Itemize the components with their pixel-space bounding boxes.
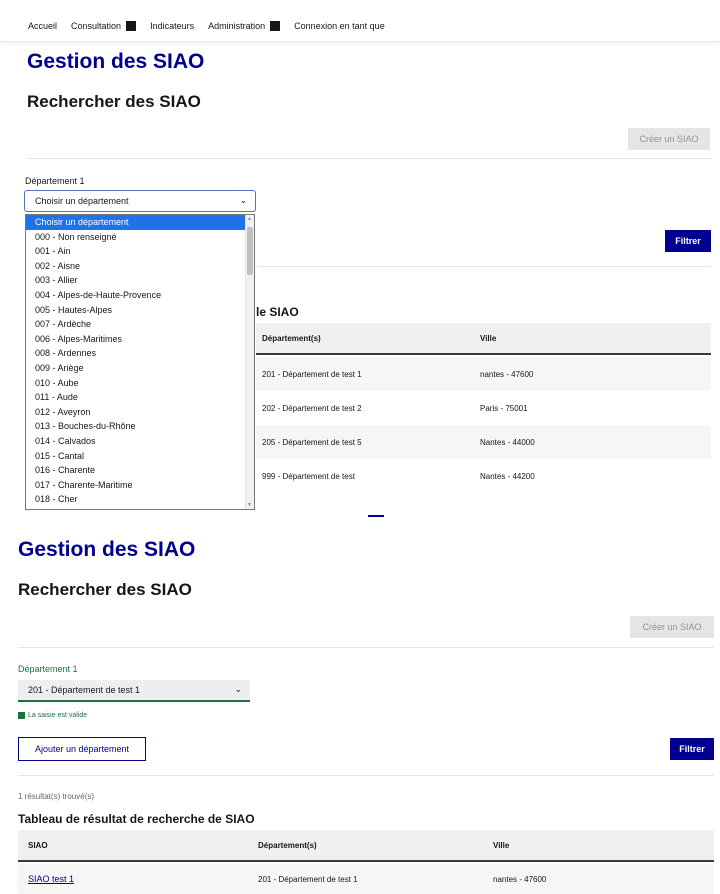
create-siao-button[interactable]: Créer un SIAO	[630, 616, 714, 638]
consultation-menu-icon	[126, 20, 137, 31]
dropdown-option[interactable]: 010 - Aube	[26, 376, 254, 391]
table-row: 999 - Département de test Nantes - 44200	[262, 471, 535, 481]
dropdown-option[interactable]: 014 - Calvados	[26, 434, 254, 449]
dropdown-option[interactable]: 002 - Aisne	[26, 259, 254, 274]
dropdown-option[interactable]: 000 - Non renseigné	[26, 230, 254, 245]
nav-administration[interactable]: Administration	[208, 20, 281, 31]
table-row: 205 - Département de test 5 Nantes - 440…	[256, 425, 711, 459]
dropdown-option[interactable]: 008 - Ardennes	[26, 346, 254, 361]
table-title: Tableau de résultat de recherche de SIAO	[18, 812, 255, 826]
check-square-icon	[18, 712, 25, 719]
column-header: Ville	[493, 840, 510, 850]
page-title: Gestion des SIAO	[18, 538, 196, 561]
dropdown-option[interactable]: 011 - Aude	[26, 390, 254, 405]
divider	[18, 647, 714, 648]
department-label: Département 1	[18, 664, 78, 674]
top-nav: Accueil Consultation Indicateurs Adminis…	[0, 10, 720, 42]
table-row: 202 - Département de test 2 Paris - 7500…	[262, 403, 528, 413]
table-row: SIAO test 1 201 - Département de test 1 …	[18, 864, 714, 894]
results-count: 1 résultat(s) trouvé(s)	[18, 792, 95, 801]
nav-connexion[interactable]: Connexion en tant que	[294, 21, 385, 31]
dropdown-option[interactable]: Choisir un département	[26, 215, 254, 230]
add-department-button[interactable]: Ajouter un département	[18, 737, 146, 761]
column-header: Ville	[480, 333, 497, 343]
dropdown-option[interactable]: 017 - Charente-Maritime	[26, 478, 254, 493]
dropdown-option[interactable]: 016 - Charente	[26, 463, 254, 478]
dropdown-option[interactable]: 004 - Alpes-de-Haute-Provence	[26, 288, 254, 303]
divider	[18, 775, 714, 776]
separator-mark	[368, 515, 384, 517]
administration-menu-icon	[270, 20, 281, 31]
nav-indicateurs[interactable]: Indicateurs	[150, 21, 194, 31]
table-title: le SIAO	[256, 305, 299, 319]
filter-button[interactable]: Filtrer	[665, 230, 711, 252]
column-header: Département(s)	[258, 840, 317, 850]
create-siao-button[interactable]: Créer un SIAO	[628, 128, 710, 150]
page-subtitle: Rechercher des SIAO	[18, 580, 192, 599]
scroll-up-icon[interactable]: ▲	[246, 216, 253, 222]
dropdown-option[interactable]: 015 - Cantal	[26, 449, 254, 464]
validation-message: La saisie est valide	[18, 712, 87, 719]
scroll-down-icon[interactable]: ▼	[246, 502, 253, 508]
chevron-down-icon: ⌄	[239, 195, 247, 205]
column-header: Département(s)	[262, 333, 321, 343]
chevron-down-icon: ⌄	[234, 684, 242, 694]
department-select[interactable]: Choisir un département ⌄	[24, 190, 256, 212]
nav-accueil[interactable]: Accueil	[28, 21, 57, 31]
dropdown-option[interactable]: 013 - Bouches-du-Rhône	[26, 419, 254, 434]
siao-link[interactable]: SIAO test 1	[28, 874, 74, 884]
table-header: Département(s) Ville	[256, 323, 711, 355]
dropdown-option[interactable]: 007 - Ardèche	[26, 317, 254, 332]
table-row: 201 - Département de test 1 nantes - 476…	[256, 357, 711, 391]
dropdown-scrollbar[interactable]: ▲ ▼	[245, 215, 254, 509]
dropdown-option[interactable]: 003 - Allier	[26, 273, 254, 288]
column-header: SIAO	[28, 840, 48, 850]
nav-consultation[interactable]: Consultation	[71, 20, 137, 31]
dropdown-option[interactable]: 012 - Aveyron	[26, 405, 254, 420]
scrollbar-thumb[interactable]	[247, 227, 253, 275]
dropdown-option[interactable]: 009 - Ariège	[26, 361, 254, 376]
dropdown-option[interactable]: 006 - Alpes-Maritimes	[26, 332, 254, 347]
divider	[27, 158, 711, 159]
department-select[interactable]: 201 - Département de test 1 ⌄	[18, 680, 250, 702]
table-header: SIAO Département(s) Ville	[18, 830, 714, 862]
dropdown-option[interactable]: 005 - Hautes-Alpes	[26, 303, 254, 318]
page-title: Gestion des SIAO	[27, 50, 205, 73]
dropdown-option[interactable]: 001 - Ain	[26, 244, 254, 259]
divider	[258, 266, 711, 267]
filter-button[interactable]: Filtrer	[670, 738, 714, 760]
page-subtitle: Rechercher des SIAO	[27, 92, 201, 111]
department-dropdown-list[interactable]: Choisir un département 000 - Non renseig…	[25, 214, 255, 510]
department-label: Département 1	[25, 176, 85, 186]
dropdown-option[interactable]: 018 - Cher	[26, 492, 254, 507]
